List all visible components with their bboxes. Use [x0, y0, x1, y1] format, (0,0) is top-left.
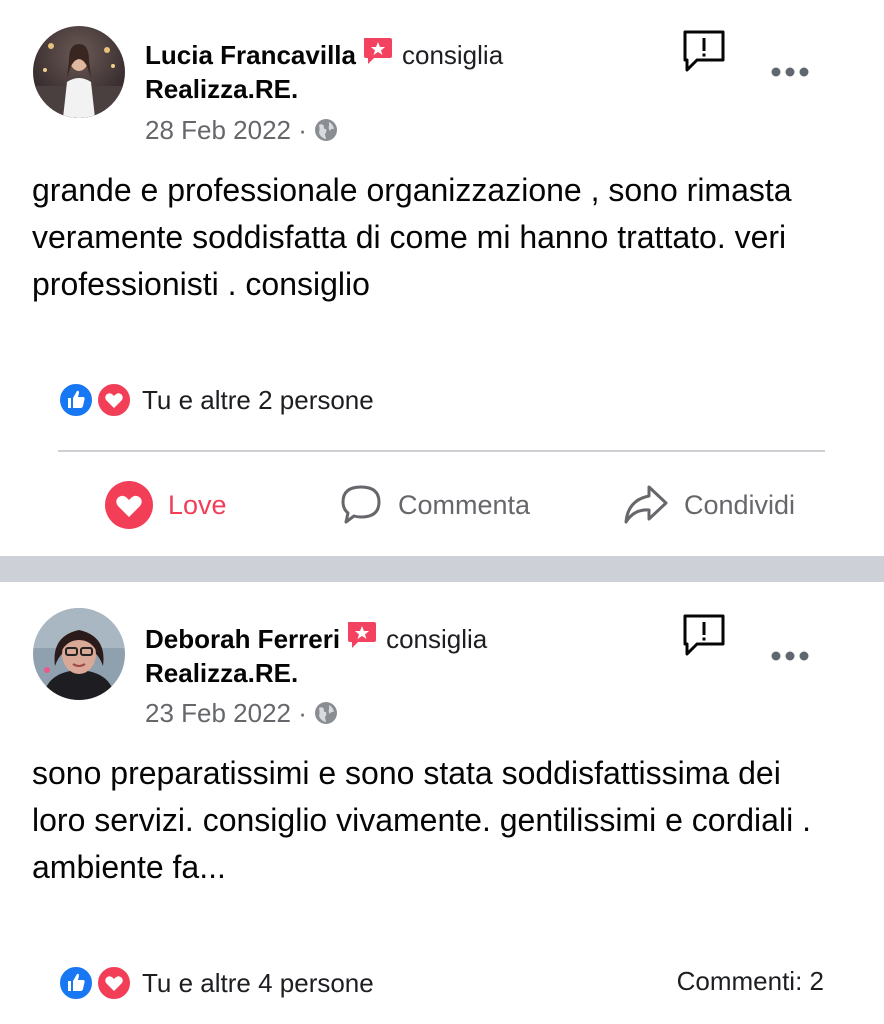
review-post: Lucia Francavilla consiglia Realizza.RE. …	[0, 0, 884, 556]
love-reaction-icon	[96, 382, 132, 423]
report-icon[interactable]	[681, 612, 727, 658]
review-post: Deborah Ferreri consiglia Realizza.RE. 23…	[0, 582, 884, 1024]
post-separator	[0, 556, 884, 582]
comments-count[interactable]: Commenti: 2	[677, 966, 824, 997]
report-icon[interactable]	[681, 28, 727, 74]
post-body: sono preparatissimi e sono stata soddisf…	[32, 755, 811, 885]
globe-icon	[313, 700, 339, 734]
like-reaction-icon	[58, 965, 94, 1006]
comment-button[interactable]: Commenta	[338, 480, 530, 530]
post-date[interactable]: 28 Feb 2022 ·	[145, 115, 307, 145]
recommend-text: consiglia	[386, 624, 488, 654]
globe-icon	[313, 117, 339, 151]
reactions-summary[interactable]: Tu e altre 2 persone	[58, 380, 374, 420]
page-name[interactable]: Realizza.RE.	[145, 72, 298, 106]
avatar[interactable]	[33, 26, 125, 118]
more-options-icon[interactable]	[770, 649, 810, 663]
post-meta: 23 Feb 2022 ·	[145, 696, 339, 734]
love-label: Love	[168, 489, 227, 520]
comment-label: Commenta	[398, 489, 531, 520]
love-reaction-icon	[96, 965, 132, 1006]
post-header: Lucia Francavilla consiglia	[145, 34, 503, 76]
divider	[58, 450, 825, 452]
share-icon	[624, 485, 668, 524]
like-reaction-icon	[58, 382, 94, 423]
recommend-badge-icon	[344, 618, 378, 660]
comment-icon	[341, 485, 381, 524]
page-name[interactable]: Realizza.RE.	[145, 656, 298, 690]
reactions-text: Tu e altre 4 persone	[142, 967, 374, 998]
reactions-summary[interactable]: Tu e altre 4 persone	[58, 963, 374, 1003]
post-body: grande e professionale organizzazione , …	[32, 172, 792, 302]
share-button[interactable]: Condividi	[622, 480, 795, 530]
avatar[interactable]	[33, 608, 125, 700]
reaction-icons	[58, 380, 136, 420]
post-header: Deborah Ferreri consiglia	[145, 618, 487, 660]
love-button[interactable]: Love	[104, 480, 227, 530]
reaction-icons	[58, 963, 136, 1003]
recommend-text: consiglia	[401, 40, 504, 70]
love-reaction-icon	[105, 481, 153, 529]
post-date[interactable]: 23 Feb 2022 ·	[145, 698, 307, 728]
post-meta: 28 Feb 2022 ·	[145, 113, 339, 151]
recommend-badge-icon	[360, 34, 394, 76]
share-label: Condividi	[684, 489, 796, 520]
author-name[interactable]: Deborah Ferreri	[145, 624, 340, 654]
more-options-icon[interactable]	[770, 65, 810, 79]
author-name[interactable]: Lucia Francavilla	[145, 40, 356, 70]
reactions-text: Tu e altre 2 persone	[142, 384, 374, 415]
